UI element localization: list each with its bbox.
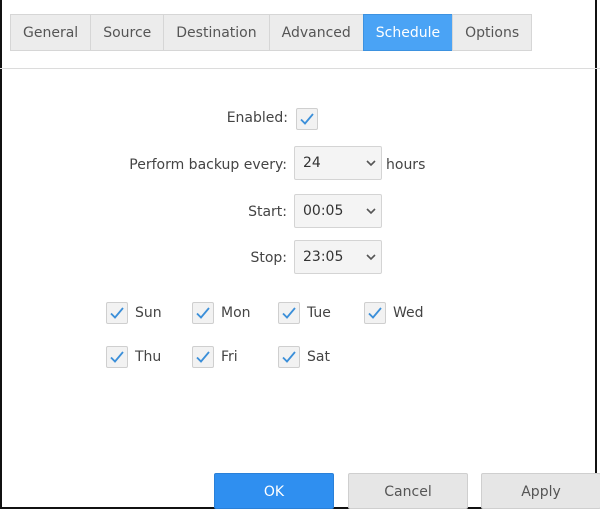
day-label-mon: Mon: [221, 305, 251, 321]
check-icon: [110, 307, 124, 319]
start-time-value: 00:05: [303, 203, 344, 219]
chevron-down-icon: [366, 160, 376, 167]
stop-time-value: 23:05: [303, 249, 344, 265]
check-icon: [196, 307, 210, 319]
check-icon: [282, 307, 296, 319]
day-checkbox-mon[interactable]: [192, 302, 214, 324]
interval-unit: hours: [386, 157, 426, 173]
check-icon: [282, 351, 296, 363]
day-label-fri: Fri: [221, 349, 238, 365]
apply-button[interactable]: Apply: [481, 473, 600, 509]
tab-advanced[interactable]: Advanced: [268, 14, 363, 51]
day-checkbox-sat[interactable]: [278, 346, 300, 368]
tab-source[interactable]: Source: [90, 14, 164, 51]
start-label: Start:: [248, 204, 287, 220]
cancel-button[interactable]: Cancel: [348, 473, 468, 509]
day-label-thu: Thu: [135, 349, 162, 365]
tab-divider: [0, 68, 600, 69]
day-label-wed: Wed: [393, 305, 424, 321]
day-label-tue: Tue: [307, 305, 331, 321]
day-checkbox-fri[interactable]: [192, 346, 214, 368]
tab-general[interactable]: General: [10, 14, 91, 51]
stop-time-select[interactable]: 23:05: [294, 240, 382, 274]
enabled-label: Enabled:: [226, 110, 288, 126]
interval-label: Perform backup every:: [129, 157, 287, 173]
enabled-checkbox[interactable]: [296, 108, 318, 130]
check-icon: [110, 351, 124, 363]
interval-value: 24: [303, 155, 321, 171]
stop-label: Stop:: [250, 250, 287, 266]
chevron-down-icon: [366, 254, 376, 261]
day-checkbox-wed[interactable]: [364, 302, 386, 324]
check-icon: [300, 113, 314, 125]
day-label-sat: Sat: [307, 349, 330, 365]
interval-select[interactable]: 24: [294, 146, 382, 180]
tab-destination[interactable]: Destination: [163, 14, 269, 51]
day-label-sun: Sun: [135, 305, 162, 321]
tab-schedule[interactable]: Schedule: [362, 14, 453, 51]
day-checkbox-thu[interactable]: [106, 346, 128, 368]
day-checkbox-tue[interactable]: [278, 302, 300, 324]
chevron-down-icon: [366, 208, 376, 215]
check-icon: [368, 307, 382, 319]
check-icon: [196, 351, 210, 363]
tab-options[interactable]: Options: [452, 14, 533, 51]
day-checkbox-sun[interactable]: [106, 302, 128, 324]
ok-button[interactable]: OK: [214, 473, 334, 509]
tab-bar: General Source Destination Advanced Sche…: [10, 14, 533, 51]
start-time-select[interactable]: 00:05: [294, 194, 382, 228]
